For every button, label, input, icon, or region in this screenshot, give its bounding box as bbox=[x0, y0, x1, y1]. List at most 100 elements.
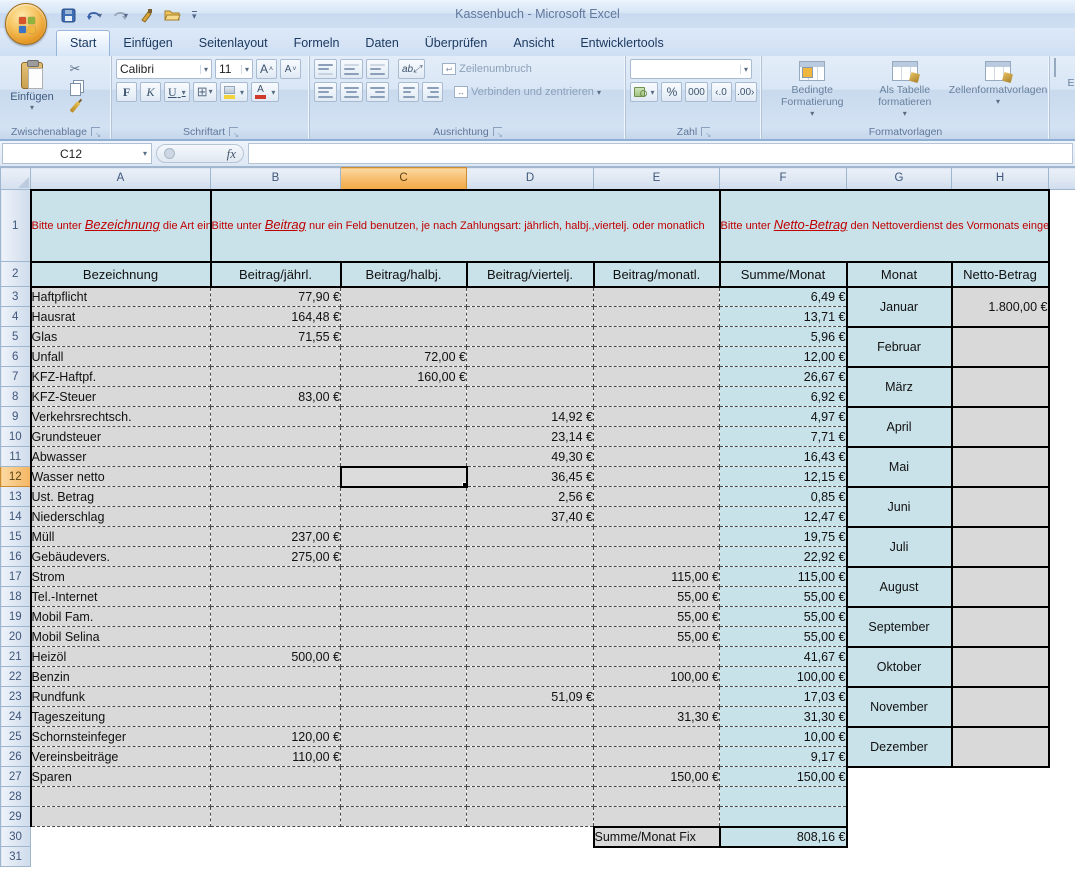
cell-D14[interactable]: 37,40 € bbox=[467, 507, 594, 527]
cell-I30[interactable] bbox=[1049, 827, 1075, 847]
cell-E5[interactable] bbox=[594, 327, 720, 347]
cell-I31[interactable] bbox=[1049, 847, 1075, 867]
row-header-25[interactable]: 25 bbox=[1, 727, 31, 747]
cell-D16[interactable] bbox=[467, 547, 594, 567]
cell-E14[interactable] bbox=[594, 507, 720, 527]
cell-I21[interactable] bbox=[1049, 647, 1075, 667]
cell-E27[interactable]: 150,00 € bbox=[594, 767, 720, 787]
row-header-10[interactable]: 10 bbox=[1, 427, 31, 447]
cell-B21[interactable]: 500,00 € bbox=[211, 647, 341, 667]
cell-E26[interactable] bbox=[594, 747, 720, 767]
cell-C21[interactable] bbox=[341, 647, 467, 667]
cell-month-Januar[interactable]: Januar bbox=[847, 287, 952, 327]
row-header-9[interactable]: 9 bbox=[1, 407, 31, 427]
cut-icon[interactable]: ✂ bbox=[64, 60, 86, 78]
cell-D31[interactable] bbox=[467, 847, 594, 867]
cell-D4[interactable] bbox=[467, 307, 594, 327]
cell-C22[interactable] bbox=[341, 667, 467, 687]
align-middle-icon[interactable] bbox=[340, 59, 363, 79]
row-header-27[interactable]: 27 bbox=[1, 767, 31, 787]
cell-A20[interactable]: Mobil Selina bbox=[31, 627, 211, 647]
cell-C4[interactable] bbox=[341, 307, 467, 327]
cell-D11[interactable]: 49,30 € bbox=[467, 447, 594, 467]
cell-H5[interactable] bbox=[952, 327, 1049, 367]
cell-E30[interactable]: Summe/Monat Fix bbox=[594, 827, 720, 847]
row-header-4[interactable]: 4 bbox=[1, 307, 31, 327]
tab-einfuegen[interactable]: Einfügen bbox=[110, 31, 185, 56]
cell-E28[interactable] bbox=[594, 787, 720, 807]
cell-E17[interactable]: 115,00 € bbox=[594, 567, 720, 587]
cell-I23[interactable] bbox=[1049, 687, 1075, 707]
bold-button[interactable]: F bbox=[116, 82, 137, 102]
row-header-29[interactable]: 29 bbox=[1, 807, 31, 827]
cell-B12[interactable] bbox=[211, 467, 341, 487]
cell-month-Mai[interactable]: Mai bbox=[847, 447, 952, 487]
name-box[interactable]: C12 ▾ bbox=[2, 143, 152, 164]
font-dialog-launcher-icon[interactable] bbox=[229, 127, 238, 136]
tab-daten[interactable]: Daten bbox=[352, 31, 411, 56]
cell-D24[interactable] bbox=[467, 707, 594, 727]
cell-H2[interactable]: Netto-Betrag bbox=[952, 262, 1049, 287]
cell-B3[interactable]: 77,90 € bbox=[211, 287, 341, 307]
cell-A12[interactable]: Wasser netto bbox=[31, 467, 211, 487]
wrap-text-button[interactable]: ↩Zeilenumbruch bbox=[442, 63, 532, 75]
row-header-6[interactable]: 6 bbox=[1, 347, 31, 367]
cell-H27[interactable] bbox=[952, 767, 1049, 787]
cell-E22[interactable]: 100,00 € bbox=[594, 667, 720, 687]
align-top-icon[interactable] bbox=[314, 59, 337, 79]
cell-D9[interactable]: 14,92 € bbox=[467, 407, 594, 427]
cell-A10[interactable]: Grundsteuer bbox=[31, 427, 211, 447]
cell-F5[interactable]: 5,96 € bbox=[720, 327, 847, 347]
cell-A15[interactable]: Müll bbox=[31, 527, 211, 547]
row-header-28[interactable]: 28 bbox=[1, 787, 31, 807]
cell-E9[interactable] bbox=[594, 407, 720, 427]
cell-F9[interactable]: 4,97 € bbox=[720, 407, 847, 427]
cell-E7[interactable] bbox=[594, 367, 720, 387]
cell-E25[interactable] bbox=[594, 727, 720, 747]
cell-A23[interactable]: Rundfunk bbox=[31, 687, 211, 707]
office-button[interactable] bbox=[5, 3, 47, 45]
cell-B11[interactable] bbox=[211, 447, 341, 467]
cell-I2[interactable] bbox=[1049, 262, 1075, 287]
cell-A27[interactable]: Sparen bbox=[31, 767, 211, 787]
column-header-d[interactable]: D bbox=[467, 168, 594, 190]
cell-D21[interactable] bbox=[467, 647, 594, 667]
number-format-select[interactable]: ▾ bbox=[630, 59, 752, 79]
cell-A1[interactable]: Bitte unter Bezeichnung die Art eintrage… bbox=[31, 190, 211, 262]
cell-D12[interactable]: 36,45 € bbox=[467, 467, 594, 487]
cell-F6[interactable]: 12,00 € bbox=[720, 347, 847, 367]
cell-A5[interactable]: Glas bbox=[31, 327, 211, 347]
cell-C15[interactable] bbox=[341, 527, 467, 547]
grow-font-icon[interactable]: A˄ bbox=[256, 59, 277, 79]
cell-F11[interactable]: 16,43 € bbox=[720, 447, 847, 467]
cell-I10[interactable] bbox=[1049, 427, 1075, 447]
cell-D26[interactable] bbox=[467, 747, 594, 767]
cell-C26[interactable] bbox=[341, 747, 467, 767]
cell-I22[interactable] bbox=[1049, 667, 1075, 687]
row-header-8[interactable]: 8 bbox=[1, 387, 31, 407]
cell-A22[interactable]: Benzin bbox=[31, 667, 211, 687]
cell-B25[interactable]: 120,00 € bbox=[211, 727, 341, 747]
cell-A14[interactable]: Niederschlag bbox=[31, 507, 211, 527]
cell-A9[interactable]: Verkehrsrechtsch. bbox=[31, 407, 211, 427]
cell-month-Oktober[interactable]: Oktober bbox=[847, 647, 952, 687]
cell-H30[interactable] bbox=[952, 827, 1049, 847]
cell-E11[interactable] bbox=[594, 447, 720, 467]
column-header-e[interactable]: E bbox=[594, 168, 720, 190]
cell-D30[interactable] bbox=[467, 827, 594, 847]
cell-E18[interactable]: 55,00 € bbox=[594, 587, 720, 607]
comma-style-button[interactable]: 000 bbox=[685, 82, 707, 102]
row-header-26[interactable]: 26 bbox=[1, 747, 31, 767]
format-as-table-button[interactable]: Als Tabelle formatieren▾ bbox=[859, 59, 952, 123]
cell-I26[interactable] bbox=[1049, 747, 1075, 767]
fill-handle[interactable] bbox=[462, 482, 467, 487]
cell-D22[interactable] bbox=[467, 667, 594, 687]
cell-A8[interactable]: KFZ-Steuer bbox=[31, 387, 211, 407]
row-header-13[interactable]: 13 bbox=[1, 487, 31, 507]
number-dialog-launcher-icon[interactable] bbox=[701, 127, 710, 136]
conditional-formatting-button[interactable]: Bedingte Formatierung▾ bbox=[766, 59, 859, 123]
cell-C31[interactable] bbox=[341, 847, 467, 867]
cell-styles-button[interactable]: Zellenformatvorlagen▾ bbox=[951, 59, 1045, 123]
cell-E16[interactable] bbox=[594, 547, 720, 567]
cell-C9[interactable] bbox=[341, 407, 467, 427]
